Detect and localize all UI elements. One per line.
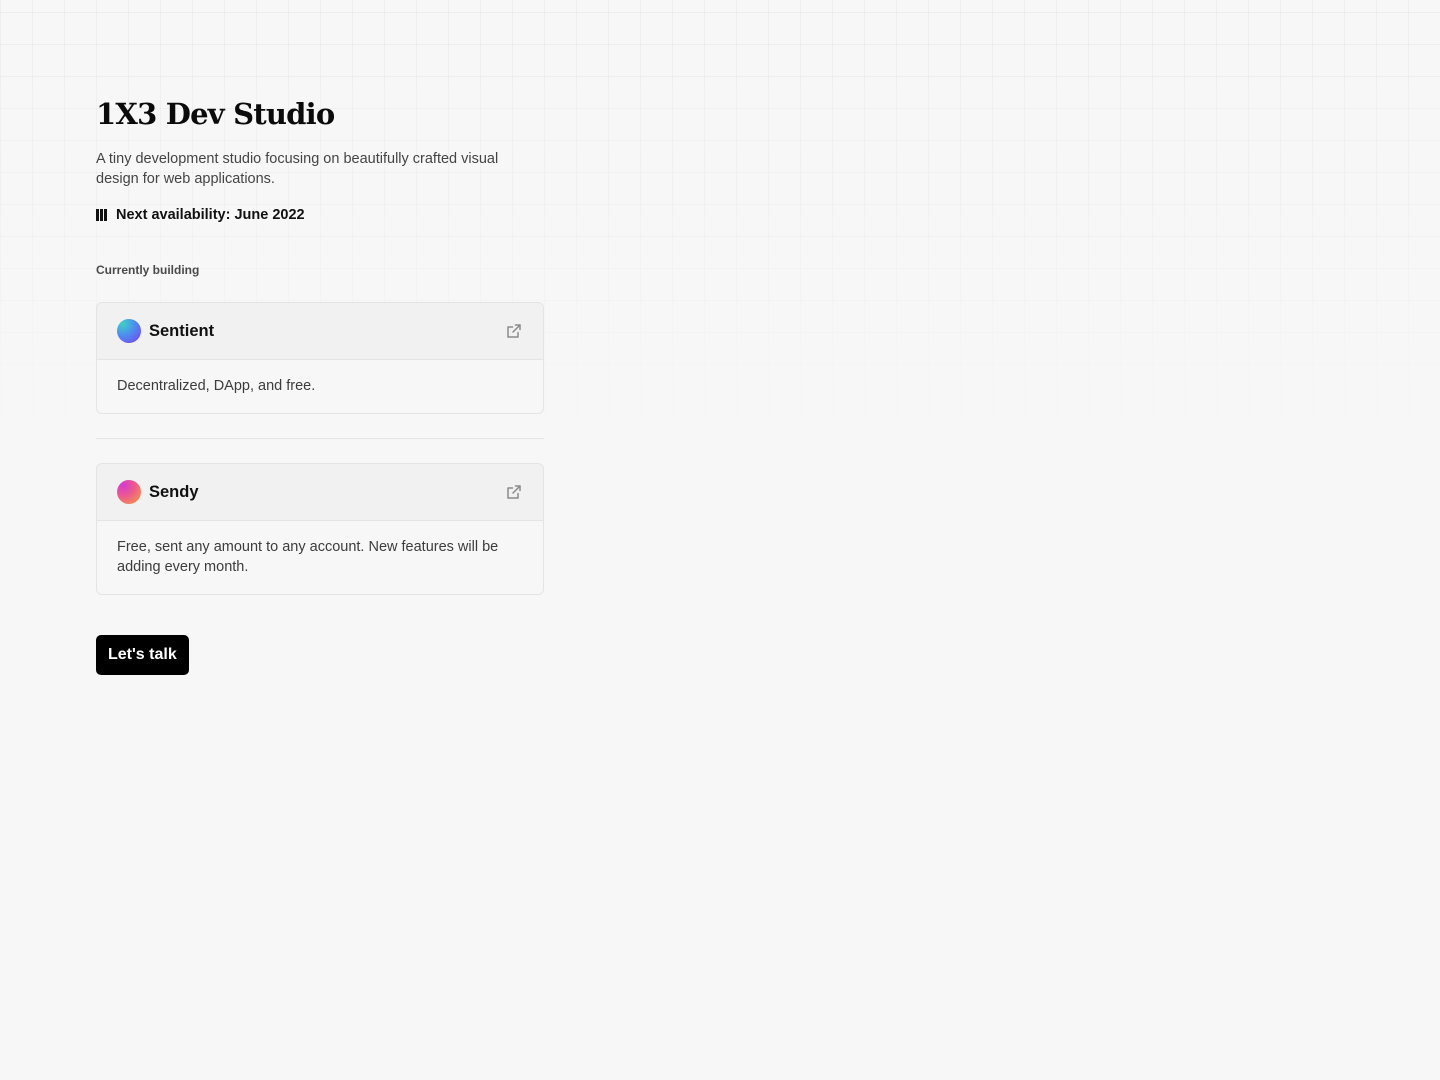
divider — [96, 438, 544, 439]
calendar-bars-icon — [96, 209, 109, 221]
project-description: Decentralized, DApp, and free. — [117, 378, 316, 394]
external-link-icon[interactable] — [505, 322, 523, 340]
project-card-header: Sentient — [97, 303, 543, 360]
project-description: Free, sent any amount to any account. Ne… — [117, 539, 499, 575]
page-title: 1X3 Dev Studio — [96, 97, 335, 131]
project-name: Sendy — [149, 482, 199, 501]
main-content: 1X3 Dev Studio A tiny development studio… — [96, 92, 544, 675]
project-card-sentient: Sentient Decentralized, DApp, and free. — [96, 302, 544, 414]
sentient-logo — [117, 319, 141, 343]
availability-text: Next availability: June 2022 — [116, 207, 305, 223]
lets-talk-button[interactable]: Let's talk — [96, 635, 189, 675]
availability-row: Next availability: June 2022 — [96, 205, 544, 225]
external-link-icon[interactable] — [505, 483, 523, 501]
studio-description: A tiny development studio focusing on be… — [96, 151, 499, 187]
section-label: Currently building — [96, 263, 200, 277]
sendy-logo — [117, 480, 141, 504]
project-card-header: Sendy — [97, 464, 543, 521]
project-card-sendy: Sendy Free, sent any amount to any accou… — [96, 463, 544, 595]
project-name: Sentient — [149, 321, 215, 340]
